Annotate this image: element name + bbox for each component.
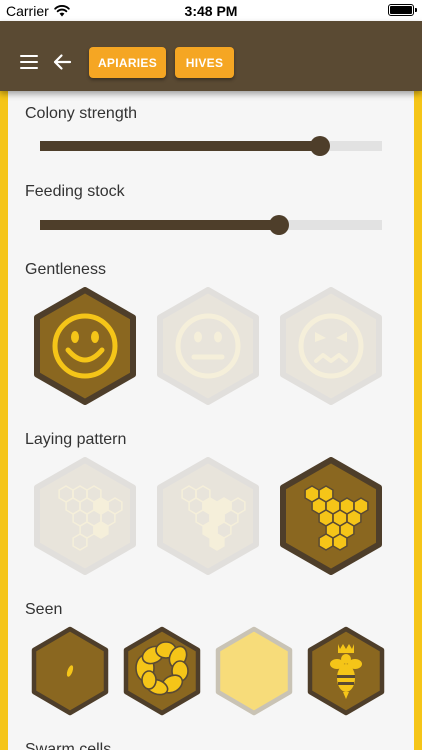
arrow-left-icon[interactable]: [52, 53, 72, 71]
menu-icon[interactable]: [20, 55, 38, 69]
seen-egg-option[interactable]: [31, 626, 109, 716]
seen-larva-option[interactable]: [123, 626, 201, 716]
gentleness-happy-option[interactable]: [33, 287, 137, 405]
battery-icon: [388, 4, 417, 16]
status-time: 3:48 PM: [184, 3, 238, 19]
gentleness-angry-option[interactable]: [279, 287, 383, 405]
laying-partial-option[interactable]: [156, 457, 260, 575]
seen-queen-option[interactable]: [307, 626, 385, 716]
laying-compact-option[interactable]: [279, 457, 383, 575]
apiaries-chip[interactable]: APIARIES: [89, 47, 166, 78]
gentleness-title: Gentleness: [25, 261, 106, 278]
feeding-stock-slider[interactable]: [40, 215, 382, 235]
hives-chip[interactable]: HIVES: [175, 47, 234, 78]
gentleness-neutral-option[interactable]: [156, 287, 260, 405]
feeding-stock-fill: [40, 220, 280, 230]
colony-strength-slider[interactable]: [40, 136, 382, 156]
laying-sparse-option[interactable]: [33, 457, 137, 575]
seen-title: Seen: [25, 601, 63, 618]
swarm-cells-title: Swarm cells: [25, 741, 112, 750]
status-bar: Carrier 3:48 PM: [0, 0, 422, 21]
colony-strength-fill: [40, 141, 321, 151]
seen-capped-option[interactable]: [215, 626, 293, 716]
colony-strength-thumb[interactable]: [310, 136, 331, 156]
feeding-stock-title: Feeding stock: [25, 183, 125, 200]
app-bar: APIARIES HIVES: [0, 21, 422, 91]
colony-strength-title: Colony strength: [25, 105, 138, 122]
laying-pattern-title: Laying pattern: [25, 431, 127, 448]
side-accent-left: [0, 91, 8, 750]
feeding-stock-thumb[interactable]: [269, 215, 290, 235]
inspection-form: Colony strength Feeding stock Gentleness: [8, 91, 414, 750]
side-accent-right: [414, 91, 422, 750]
capped-cell-icon: [215, 626, 293, 716]
